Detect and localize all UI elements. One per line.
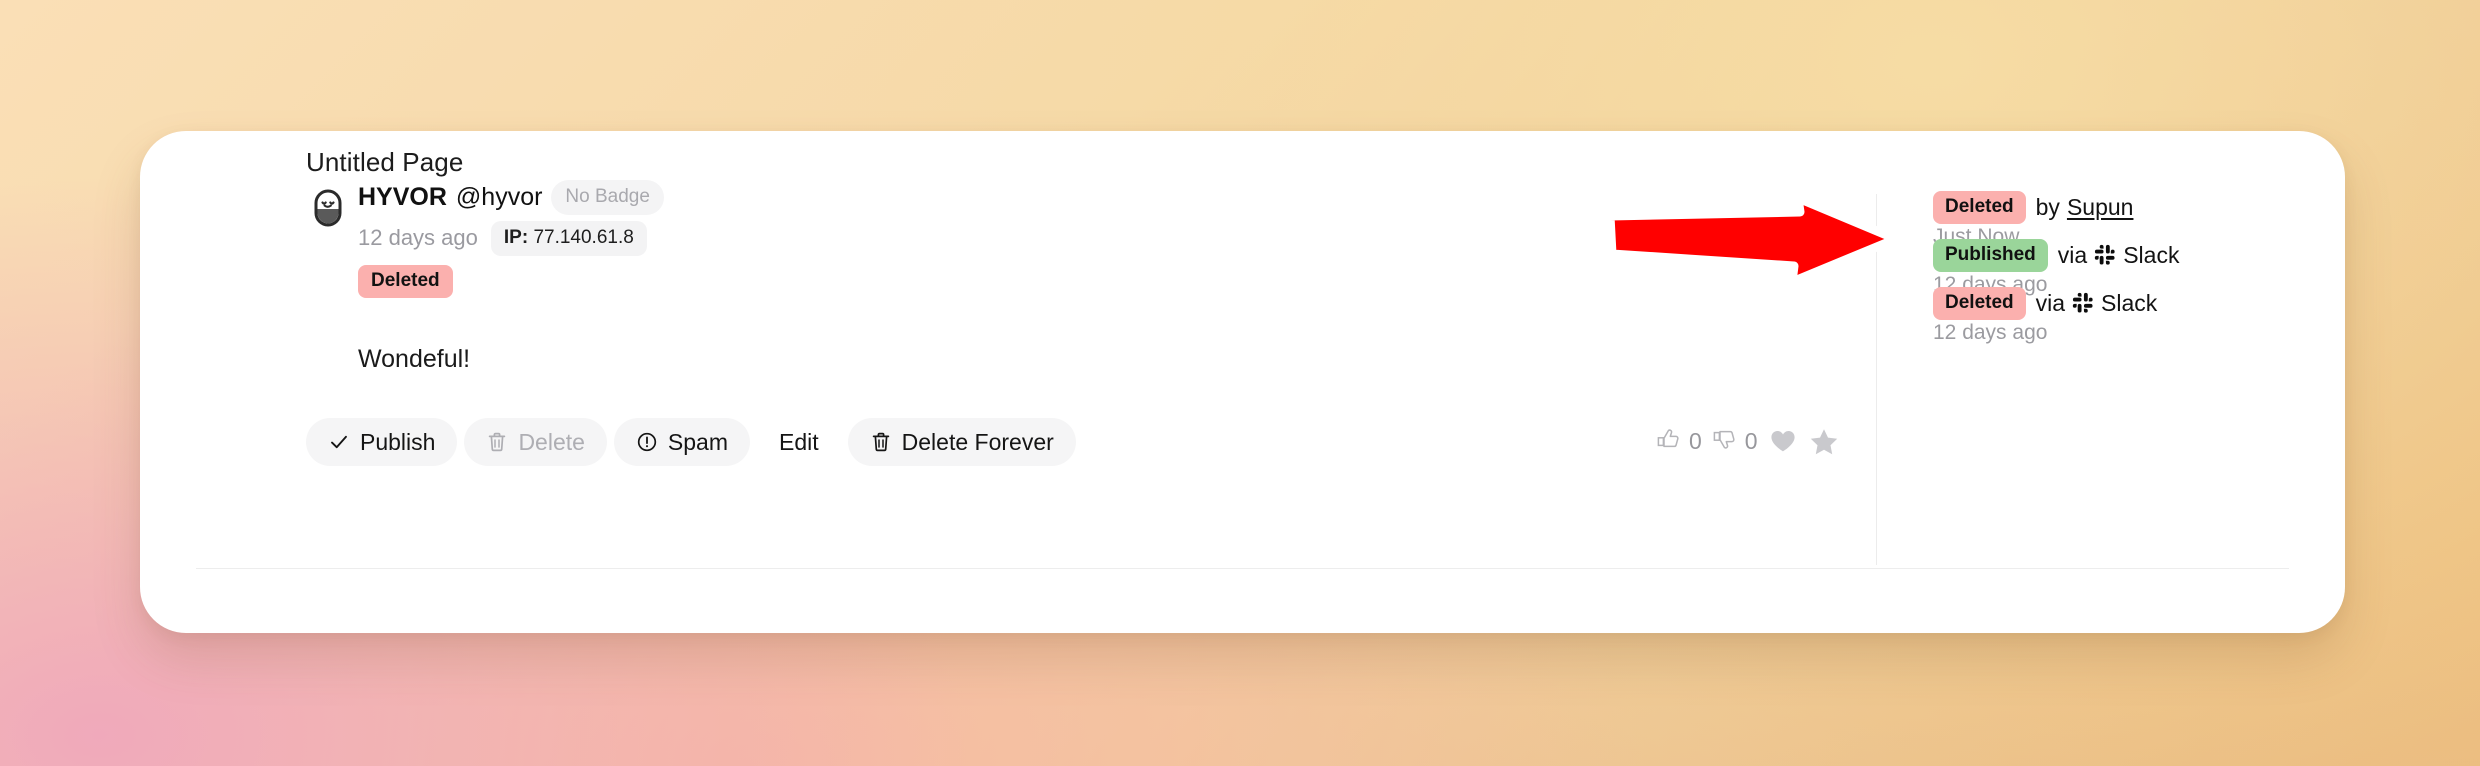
delete-button-label: Delete xyxy=(518,428,585,455)
ip-value: 77.140.61.8 xyxy=(533,226,634,248)
spam-button[interactable]: Spam xyxy=(613,418,751,466)
star-icon[interactable] xyxy=(1808,425,1840,457)
alert-circle-icon xyxy=(636,431,658,453)
activity-status-chip: Deleted xyxy=(1933,190,2026,224)
activity-description: via Slack xyxy=(2058,242,2180,269)
activity-source: Slack xyxy=(2123,241,2180,268)
dislike-reaction[interactable]: 0 xyxy=(1712,426,1758,457)
comment-status-row: Deleted xyxy=(358,265,664,298)
dislike-count: 0 xyxy=(1744,427,1758,454)
activity-connector: by xyxy=(2035,193,2060,220)
thumbs-down-icon xyxy=(1712,426,1738,457)
activity-timestamp: 12 days ago xyxy=(1933,321,2048,344)
spam-button-label: Spam xyxy=(667,428,729,455)
comment-meta-row: 12 days ago IP: 77.140.61.8 xyxy=(358,220,664,256)
page-title: Untitled Page xyxy=(306,147,464,177)
user-avatar-icon xyxy=(314,189,342,227)
activity-item-header: Deleted by Supun xyxy=(1933,190,2134,224)
activity-item-header: Deleted via Slack xyxy=(1933,286,2158,320)
ip-label: IP: xyxy=(503,226,529,248)
slack-icon xyxy=(2094,244,2116,266)
activity-connector: via xyxy=(2035,289,2066,316)
check-icon xyxy=(328,431,350,453)
status-badge: Deleted xyxy=(358,265,453,298)
vertical-divider xyxy=(1876,194,1877,565)
delete-forever-button-label: Delete Forever xyxy=(901,428,1054,455)
author-badge: No Badge xyxy=(551,179,664,215)
like-count: 0 xyxy=(1689,427,1702,454)
author-handle: @hyvor xyxy=(455,182,543,211)
activity-item: Deleted via Slack 12 days ago xyxy=(1933,286,2158,345)
publish-button-label: Publish xyxy=(360,428,436,455)
slack-icon xyxy=(2072,292,2094,314)
activity-connector: via xyxy=(2057,241,2088,268)
reactions-bar: 0 0 xyxy=(1656,425,1840,457)
activity-status-chip: Deleted xyxy=(1933,286,2026,320)
trash-icon xyxy=(870,431,892,453)
publish-button[interactable]: Publish xyxy=(306,418,458,466)
ip-address-pill: IP: 77.140.61.8 xyxy=(490,220,647,256)
comment-card: Untitled Page HYVOR @hyvor No Badge 12 d… xyxy=(140,131,2345,633)
comment-body-text: Wondeful! xyxy=(358,345,471,373)
comment-main-column: Untitled Page HYVOR @hyvor No Badge 12 d… xyxy=(166,131,1876,633)
activity-actor-link[interactable]: Supun xyxy=(2067,194,2134,221)
thumbs-up-icon xyxy=(1656,426,1682,457)
activity-source: Slack xyxy=(2101,289,2158,316)
edit-button[interactable]: Edit xyxy=(757,418,841,466)
heart-icon[interactable] xyxy=(1768,426,1798,456)
user-identity-row: HYVOR @hyvor No Badge xyxy=(358,179,664,215)
comment-actions-toolbar: Publish Delete Spam Edit Delete Forever xyxy=(306,418,1076,466)
activity-status-chip: Published xyxy=(1933,238,2048,272)
activity-description: by Supun xyxy=(2036,194,2134,221)
comment-card-body: Untitled Page HYVOR @hyvor No Badge 12 d… xyxy=(140,131,2345,633)
like-reaction[interactable]: 0 xyxy=(1656,426,1702,457)
delete-button[interactable]: Delete xyxy=(464,418,607,466)
edit-button-label: Edit xyxy=(779,428,819,455)
activity-item-header: Published via Slack xyxy=(1933,238,2180,272)
delete-forever-button[interactable]: Delete Forever xyxy=(847,418,1076,466)
author-name: HYVOR xyxy=(358,182,447,211)
comment-timestamp: 12 days ago xyxy=(358,225,478,250)
activity-description: via Slack xyxy=(2036,290,2158,317)
trash-icon xyxy=(486,431,508,453)
user-info-block: HYVOR @hyvor No Badge 12 days ago IP: 77… xyxy=(358,179,664,298)
